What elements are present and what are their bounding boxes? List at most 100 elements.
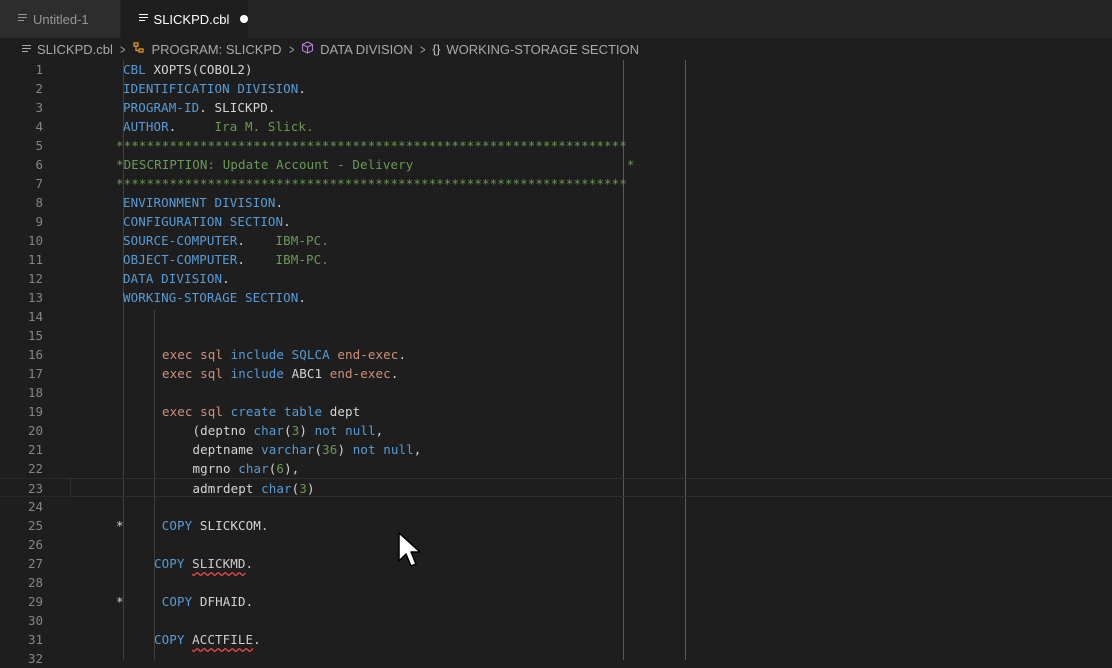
code-line[interactable]: 9 CONFIGURATION SECTION. — [0, 212, 1112, 231]
code-token: include — [230, 347, 292, 362]
code-token: * — [116, 594, 162, 609]
code-line[interactable]: 25 * COPY SLICKCOM. — [0, 516, 1112, 535]
cube-icon — [301, 41, 314, 57]
code-text: ENVIRONMENT DIVISION. — [123, 193, 283, 212]
code-line[interactable]: 21 deptname varchar(36) not null, — [0, 440, 1112, 459]
code-token: . — [168, 119, 215, 134]
line-number: 3 — [35, 100, 43, 115]
code-token: ), — [284, 461, 300, 476]
code-line[interactable]: 19 exec sql create table dept — [0, 402, 1112, 421]
code-line[interactable]: 31 COPY ACCTFILE. — [0, 630, 1112, 649]
breadcrumb-division[interactable]: DATA DIVISION — [301, 41, 413, 57]
code-token: * — [116, 518, 162, 533]
code-line[interactable]: 20 (deptno char(3) not null, — [0, 421, 1112, 440]
code-line[interactable]: 13 WORKING-STORAGE SECTION. — [0, 288, 1112, 307]
line-number: 28 — [27, 575, 43, 590]
code-token: . — [222, 271, 230, 286]
code-line[interactable]: 7 ***************************************… — [0, 174, 1112, 193]
code-token: ) — [306, 481, 315, 496]
code-text: * COPY SLICKCOM. — [116, 516, 269, 535]
code-line[interactable]: 22 mgrno char(6), — [0, 459, 1112, 478]
code-editor[interactable]: 1 CBL XOPTS(COBOL2) 2 IDENTIFICATION DIVISI… — [0, 60, 1112, 666]
code-line[interactable]: 10 SOURCE-COMPUTER. IBM-PC. — [0, 231, 1112, 250]
code-line[interactable]: 30 — [0, 611, 1112, 630]
code-line[interactable]: 11 OBJECT-COMPUTER. IBM-PC. — [0, 250, 1112, 269]
code-line[interactable]: 29 * COPY DFHAID. — [0, 592, 1112, 611]
code-line[interactable]: 6 *DESCRIPTION: Update Account - Delivery… — [0, 155, 1112, 174]
code-token: deptno — [200, 423, 254, 438]
code-line[interactable]: 28 — [0, 573, 1112, 592]
code-line[interactable]: 4 AUTHOR. Ira M. Slick. — [0, 117, 1112, 136]
line-number: 32 — [27, 651, 43, 666]
code-token: ( — [284, 423, 292, 438]
mouse-pointer-icon — [398, 532, 421, 567]
code-line[interactable]: 26 — [0, 535, 1112, 554]
chevron-right-icon: > — [288, 41, 294, 57]
code-text: * COPY DFHAID. — [116, 592, 253, 611]
line-number: 22 — [27, 461, 43, 476]
code-line[interactable]: 2 IDENTIFICATION DIVISION. — [0, 79, 1112, 98]
line-number: 5 — [35, 138, 43, 153]
code-line[interactable]: 3 PROGRAM-ID. SLICKPD. — [0, 98, 1112, 117]
line-number: 17 — [27, 366, 43, 381]
code-text: exec sql include ABC1 end-exec. — [162, 364, 398, 383]
code-text: WORKING-STORAGE SECTION. — [123, 288, 306, 307]
code-text: AUTHOR. Ira M. Slick. — [123, 117, 314, 136]
code-token: . SLICKPD. — [199, 100, 276, 115]
code-line[interactable]: 14 — [0, 307, 1112, 326]
code-text: exec sql create table dept — [162, 402, 360, 421]
code-token: , — [375, 423, 384, 438]
code-line[interactable]: 17 exec sql include ABC1 end-exec. — [0, 364, 1112, 383]
code-token: . — [237, 233, 276, 248]
code-token: COPY — [161, 518, 200, 533]
code-token: mgrno — [162, 461, 239, 476]
code-token: ****************************************… — [116, 176, 627, 191]
line-number: 13 — [27, 290, 43, 305]
code-token: end-exec — [337, 347, 399, 362]
line-number: 15 — [27, 328, 43, 343]
code-token: IDENTIFICATION DIVISION — [123, 81, 299, 96]
code-token: ( — [162, 423, 201, 438]
code-token: include — [230, 366, 292, 381]
code-line[interactable]: 27 COPY SLICKMD. — [0, 554, 1112, 573]
code-line[interactable]: 1 CBL XOPTS(COBOL2) — [0, 60, 1112, 79]
program-symbol-icon — [132, 41, 145, 57]
unsaved-dot-icon[interactable] — [240, 15, 248, 23]
breadcrumb-file[interactable]: SLICKPD.cbl — [22, 42, 113, 57]
code-line[interactable]: 18 — [0, 383, 1112, 402]
breadcrumb-program[interactable]: PROGRAM: SLICKPD — [132, 41, 282, 57]
code-line[interactable]: 8 ENVIRONMENT DIVISION. — [0, 193, 1112, 212]
line-number: 20 — [27, 423, 43, 438]
code-text: exec sql include SQLCA end-exec. — [162, 345, 406, 364]
code-token: exec sql — [162, 366, 231, 381]
line-number: 8 — [35, 195, 43, 210]
code-token: . — [390, 366, 399, 381]
line-number: 2 — [35, 81, 43, 96]
code-line[interactable]: 16 exec sql include SQLCA end-exec. — [0, 345, 1112, 364]
code-token: . — [298, 81, 307, 96]
code-line[interactable]: 12 DATA DIVISION. — [0, 269, 1112, 288]
tab-untitled-1[interactable]: Untitled-1 — [0, 0, 120, 38]
code-token: XOPTS(COBOL2) — [153, 62, 253, 77]
file-lines-icon — [139, 13, 148, 23]
code-token: . — [253, 632, 261, 647]
breadcrumb-section[interactable]: {} WORKING-STORAGE SECTION — [432, 42, 639, 57]
chevron-right-icon: > — [120, 41, 126, 57]
code-line[interactable]: 5 ***************************************… — [0, 136, 1112, 155]
line-number: 25 — [27, 518, 43, 533]
code-token: WORKING-STORAGE SECTION — [123, 290, 299, 305]
code-token: exec sql — [162, 347, 231, 362]
line-number: 29 — [27, 594, 43, 609]
code-token: . — [275, 195, 284, 210]
line-number: 23 — [27, 481, 43, 496]
code-line[interactable]: 23 admrdept char(3) — [0, 478, 1112, 497]
code-text: ****************************************… — [116, 174, 627, 193]
line-number: 31 — [27, 632, 43, 647]
code-line[interactable]: 15 — [0, 326, 1112, 345]
tab-slickpd-cbl[interactable]: SLICKPD.cbl — [121, 0, 248, 38]
code-line[interactable]: 24 — [0, 497, 1112, 516]
code-text: admrdept char(3) — [162, 479, 315, 498]
code-line[interactable]: 32 — [0, 649, 1112, 668]
line-number: 19 — [27, 404, 43, 419]
chevron-right-icon: > — [419, 41, 426, 57]
